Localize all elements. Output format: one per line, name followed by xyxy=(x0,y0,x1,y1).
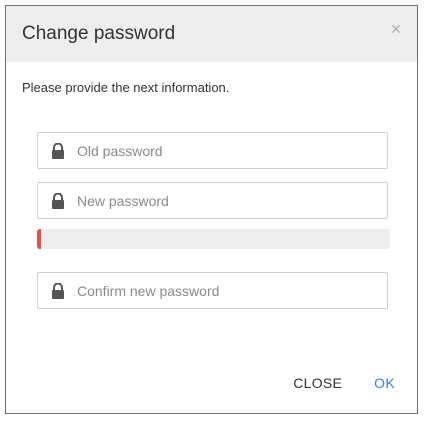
close-button[interactable]: CLOSE xyxy=(293,375,342,391)
confirm-password-input[interactable] xyxy=(77,273,377,308)
new-password-field[interactable] xyxy=(37,182,388,219)
instructions-text: Please provide the next information. xyxy=(22,80,230,95)
close-icon[interactable]: × xyxy=(387,20,405,38)
lock-icon xyxy=(52,193,64,209)
dialog-title: Change password xyxy=(22,23,176,44)
lock-icon xyxy=(52,283,64,299)
lock-icon xyxy=(52,143,64,159)
new-password-input[interactable] xyxy=(77,183,377,218)
change-password-dialog: Change password × Please provide the nex… xyxy=(5,5,418,414)
ok-button[interactable]: OK xyxy=(374,375,395,391)
dialog-actions: CLOSE OK xyxy=(293,375,395,391)
password-strength-meter xyxy=(37,229,390,249)
old-password-input[interactable] xyxy=(77,133,377,168)
dialog-header: Change password × xyxy=(6,6,417,62)
old-password-field[interactable] xyxy=(37,132,388,169)
password-strength-fill xyxy=(37,229,41,249)
confirm-password-field[interactable] xyxy=(37,272,388,309)
